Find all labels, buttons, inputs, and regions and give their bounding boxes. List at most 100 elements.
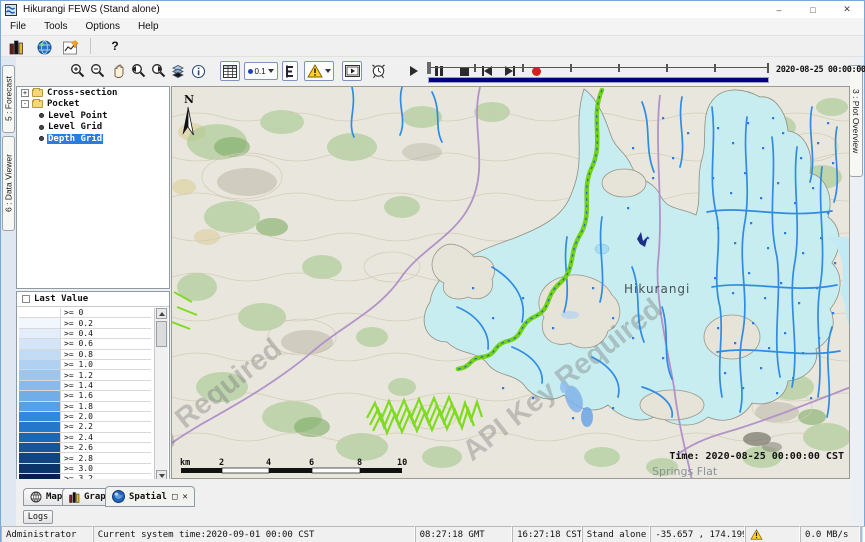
tree-item-label[interactable]: Level Point bbox=[47, 111, 109, 121]
tab-close-button[interactable]: ✕ bbox=[182, 492, 187, 502]
tree-item-pocket[interactable]: - Pocket bbox=[17, 99, 169, 111]
blue-globe-icon bbox=[112, 490, 125, 503]
legend-row-label: >= 1.0 bbox=[61, 360, 151, 369]
legend-row[interactable]: >= 2.8 bbox=[19, 453, 151, 463]
legend-row[interactable]: >= 0.2 bbox=[19, 318, 151, 328]
legend-row[interactable]: >= 2.0 bbox=[19, 412, 151, 422]
slider-tick bbox=[570, 64, 572, 72]
last-value-checkbox[interactable] bbox=[22, 295, 30, 303]
tree-item-label-selected[interactable]: Depth Grid bbox=[47, 134, 103, 144]
folder-icon bbox=[32, 100, 43, 108]
status-gmt-time: 08:27:18 GMT bbox=[415, 526, 513, 542]
legend-row[interactable]: >= 1.6 bbox=[19, 391, 151, 401]
database-display-button[interactable] bbox=[6, 37, 28, 55]
expander-plus-icon[interactable]: + bbox=[21, 89, 29, 97]
right-tab-strip: 3 : Plot Overview bbox=[848, 57, 864, 526]
legend-row-label: >= 1.8 bbox=[61, 402, 151, 411]
wire-globe-icon bbox=[30, 491, 42, 503]
layers-button[interactable] bbox=[168, 61, 188, 81]
legend-row[interactable]: >= 1.0 bbox=[19, 360, 151, 370]
legend-row[interactable]: >= 2.6 bbox=[19, 443, 151, 453]
legend-row-label: >= 0.4 bbox=[61, 329, 151, 338]
profile-display-button[interactable] bbox=[282, 61, 298, 81]
minimize-button[interactable]: – bbox=[762, 1, 796, 18]
spatial-display-button[interactable] bbox=[33, 37, 55, 55]
warnings-dropdown-button[interactable] bbox=[304, 61, 334, 81]
tree-item-level-grid[interactable]: Level Grid bbox=[17, 122, 169, 134]
toolbar-separator bbox=[90, 38, 91, 54]
tab-plot-overview[interactable]: 3 : Plot Overview bbox=[849, 65, 863, 177]
legend-row[interactable]: >= 0.6 bbox=[19, 339, 151, 349]
tab-data-viewer[interactable]: 6 : Data Viewer bbox=[2, 136, 15, 231]
contour-value-dropdown[interactable]: 0.1 bbox=[244, 62, 278, 80]
current-datetime: 2020-08-25 00:00:00 CST bbox=[776, 65, 865, 75]
close-button[interactable]: ✕ bbox=[830, 1, 864, 18]
time-slider-handle[interactable] bbox=[427, 62, 431, 74]
map-viewport[interactable]: API Key Required API Key Required bbox=[171, 86, 850, 479]
legend-scrollbar[interactable] bbox=[154, 308, 168, 481]
zoom-previous-button[interactable] bbox=[128, 61, 148, 81]
time-slider-track bbox=[429, 67, 768, 68]
play-icon bbox=[410, 66, 418, 76]
tree-item-label[interactable]: Pocket bbox=[46, 99, 81, 109]
grid-display-button[interactable] bbox=[220, 61, 240, 81]
legend-row[interactable]: >= 0.8 bbox=[19, 350, 151, 360]
zoom-in-icon bbox=[70, 63, 86, 79]
legend-color-swatch bbox=[19, 318, 61, 327]
tab-spatial-label: Spatial bbox=[129, 492, 167, 502]
legend-row[interactable]: >= 1.8 bbox=[19, 402, 151, 412]
tree-item-cross-section[interactable]: + Cross-section bbox=[17, 87, 169, 99]
zoom-out-button[interactable] bbox=[88, 61, 108, 81]
legend-row[interactable]: >= 0 bbox=[19, 308, 151, 318]
scale-tick: 2 bbox=[219, 458, 224, 468]
map-toolbar: 0.1 bbox=[16, 57, 850, 86]
left-tab-strip: 5 : Forecast 6 : Data Viewer bbox=[1, 57, 16, 526]
legend-row-label: >= 0.8 bbox=[61, 350, 151, 359]
maximize-button[interactable]: □ bbox=[796, 1, 830, 18]
window-title: Hikurangi FEWS (Stand alone) bbox=[23, 4, 160, 15]
legend-row[interactable]: >= 1.2 bbox=[19, 370, 151, 380]
tab-spatial[interactable]: Spatial □ ✕ bbox=[105, 486, 195, 507]
timeseries-display-button[interactable] bbox=[60, 37, 82, 55]
menu-help[interactable]: Help bbox=[129, 18, 168, 36]
legend-row[interactable]: >= 2.2 bbox=[19, 422, 151, 432]
tree-item-label[interactable]: Cross-section bbox=[46, 88, 118, 98]
status-local-time: 16:27:18 CST bbox=[512, 526, 582, 542]
legend-rows: >= 0>= 0.2>= 0.4>= 0.6>= 0.8>= 1.0>= 1.2… bbox=[19, 308, 151, 483]
time-span-bar bbox=[428, 77, 769, 83]
legend-title: Last Value bbox=[34, 294, 88, 304]
play-button[interactable] bbox=[406, 63, 422, 79]
tree-item-level-point[interactable]: Level Point bbox=[17, 110, 169, 122]
animation-timer-button[interactable] bbox=[368, 61, 388, 81]
info-icon bbox=[191, 64, 206, 79]
legend-row[interactable]: >= 1.4 bbox=[19, 381, 151, 391]
time-slider[interactable] bbox=[426, 60, 771, 84]
expander-minus-icon[interactable]: - bbox=[21, 100, 29, 108]
legend-row[interactable]: >= 0.4 bbox=[19, 329, 151, 339]
help-button[interactable]: ? bbox=[104, 37, 126, 55]
tab-maximize-button[interactable]: □ bbox=[172, 492, 177, 502]
scale-tick: 8 bbox=[357, 458, 362, 468]
zoom-next-button[interactable] bbox=[148, 61, 168, 81]
tree-item-label[interactable]: Level Grid bbox=[47, 122, 103, 132]
logs-button[interactable]: Logs bbox=[23, 510, 53, 524]
globe-icon bbox=[37, 40, 52, 55]
scroll-up-button[interactable] bbox=[156, 308, 167, 319]
legend-row[interactable]: >= 2.4 bbox=[19, 433, 151, 443]
menu-file[interactable]: File bbox=[1, 18, 35, 36]
menu-tools[interactable]: Tools bbox=[35, 18, 76, 36]
legend-row[interactable]: >= 3.0 bbox=[19, 464, 151, 474]
animation-export-button[interactable] bbox=[342, 61, 362, 81]
pan-button[interactable] bbox=[108, 61, 128, 81]
info-button[interactable] bbox=[188, 61, 208, 81]
scrollbar-thumb[interactable] bbox=[156, 321, 167, 347]
status-warning-cell[interactable] bbox=[745, 526, 800, 542]
zoom-in-button[interactable] bbox=[68, 61, 88, 81]
label-springs-flat: Springs Flat bbox=[652, 465, 718, 478]
menu-options[interactable]: Options bbox=[76, 18, 128, 36]
filter-tree-panel[interactable]: + Cross-section - Pocket Level Point Lev… bbox=[16, 86, 170, 289]
tree-item-depth-grid[interactable]: Depth Grid bbox=[17, 133, 169, 145]
map-canvas[interactable]: API Key Required API Key Required bbox=[172, 87, 850, 479]
tab-forecast[interactable]: 5 : Forecast bbox=[2, 65, 15, 133]
title-bar[interactable]: Hikurangi FEWS (Stand alone) – □ ✕ bbox=[1, 1, 864, 18]
